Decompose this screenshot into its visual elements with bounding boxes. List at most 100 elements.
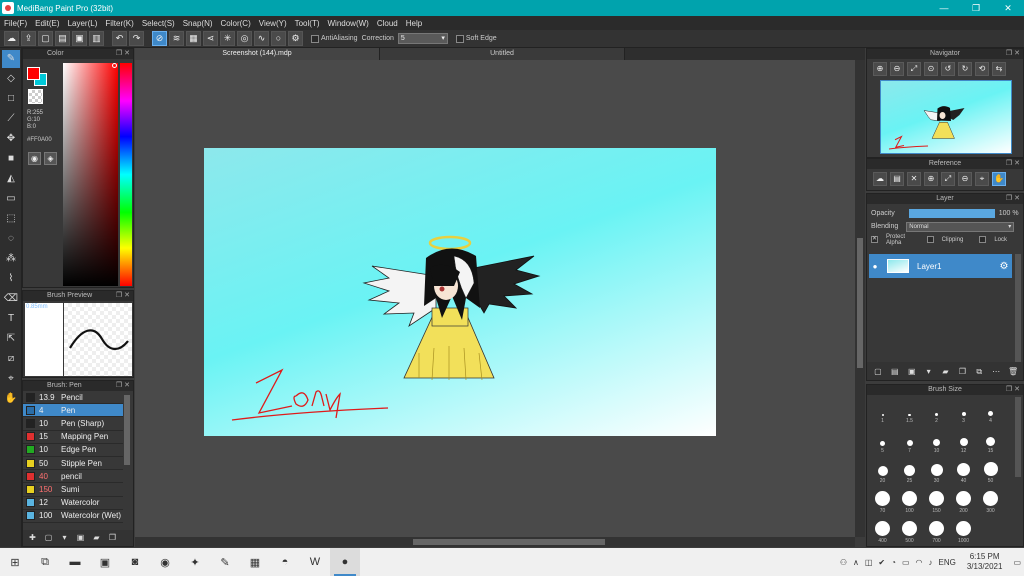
blending-select[interactable]: Normal xyxy=(906,221,1015,232)
brush-menu-icon[interactable]: ▾ xyxy=(58,532,71,544)
brush-size-option[interactable]: 1.5 xyxy=(896,401,923,424)
antialiasing-option[interactable]: AntiAliasing xyxy=(311,34,358,43)
file-explorer-icon[interactable]: ▬ xyxy=(60,548,90,576)
select-tool-icon[interactable]: ⬚ xyxy=(2,210,20,228)
camera-icon[interactable]: ◙ xyxy=(120,548,150,576)
app-store-icon[interactable]: ▣ xyxy=(90,548,120,576)
text-tool-icon[interactable]: T xyxy=(2,310,20,328)
menu-edit[interactable]: Edit(E) xyxy=(35,19,59,28)
fill-rect-tool-icon[interactable]: ■ xyxy=(2,150,20,168)
brush-list-scrollbar[interactable] xyxy=(124,395,130,465)
merge-layer-icon[interactable]: ⧉ xyxy=(972,365,986,378)
opacity-slider[interactable] xyxy=(908,209,995,218)
brush-size-option[interactable]: 12 xyxy=(950,431,977,454)
people-icon[interactable]: ⚇ xyxy=(840,558,847,567)
brush-size-scrollbar[interactable] xyxy=(1015,397,1021,477)
brush-size-option[interactable]: 300 xyxy=(977,491,1004,514)
messenger-icon[interactable]: ◓ xyxy=(270,548,300,576)
protect-alpha-option[interactable]: ✕ Protect Alpha xyxy=(871,234,919,246)
redo-icon[interactable]: ↷ xyxy=(129,31,144,46)
layer-settings-gear-icon[interactable]: ⚙ xyxy=(996,261,1012,272)
battery-icon[interactable]: ▭ xyxy=(902,558,910,567)
tray-media-icon[interactable]: ◔ xyxy=(891,558,896,567)
menu-view[interactable]: View(Y) xyxy=(259,19,287,28)
antivirus-icon[interactable]: ✔ xyxy=(878,558,885,567)
menu-file[interactable]: File(F) xyxy=(4,19,27,28)
zoom-out-icon[interactable]: ⊖ xyxy=(890,62,904,76)
medibang-taskbar-icon[interactable]: ● xyxy=(330,548,360,576)
tray-chevron-icon[interactable]: ∧ xyxy=(853,558,859,567)
panel-float-icon[interactable]: ❐ ✕ xyxy=(1006,385,1020,395)
snap-off-icon[interactable]: ⊘ xyxy=(152,31,167,46)
curve-snap-icon[interactable]: ∿ xyxy=(254,31,269,46)
new-halftone-layer-icon[interactable]: ▤ xyxy=(888,365,902,378)
export-icon[interactable]: ▥ xyxy=(89,31,104,46)
divide-tool-icon[interactable]: ⧄ xyxy=(2,350,20,368)
new-brush-icon[interactable]: ▢ xyxy=(42,532,55,544)
zoom-in-icon[interactable]: ⊕ xyxy=(873,62,887,76)
brush-list-item[interactable]: 10 Edge Pen xyxy=(23,444,123,457)
menu-filter[interactable]: Filter(K) xyxy=(105,19,133,28)
flip-horizontal-icon[interactable]: ⇆ xyxy=(992,62,1006,76)
add-layer-menu-icon[interactable]: ▾ xyxy=(922,365,936,378)
perspective-snap-icon[interactable]: ⋖ xyxy=(203,31,218,46)
brush-size-option[interactable]: 7 xyxy=(896,431,923,454)
layer-more-icon[interactable]: ⋯ xyxy=(989,365,1003,378)
clipping-option[interactable]: Clipping xyxy=(926,236,972,243)
new-layer-icon[interactable]: ▢ xyxy=(871,365,885,378)
brush-size-option[interactable]: 3 xyxy=(950,401,977,424)
tab-untitled[interactable]: Untitled xyxy=(380,48,625,60)
fit-window-icon[interactable]: ⤢ xyxy=(907,62,921,76)
gradient-tool-icon[interactable]: ▭ xyxy=(2,190,20,208)
close-button[interactable]: ✕ xyxy=(992,0,1024,16)
brush-size-option[interactable]: 5 xyxy=(869,431,896,454)
menu-color[interactable]: Color(C) xyxy=(221,19,251,28)
brush-copy-icon[interactable]: ▣ xyxy=(74,532,87,544)
reference-eyedropper-icon[interactable]: ⌖ xyxy=(975,172,989,186)
ring-snap-icon[interactable]: ○ xyxy=(271,31,286,46)
layer-folder-icon[interactable]: ▰ xyxy=(939,365,953,378)
brush-size-option[interactable]: 1000 xyxy=(950,521,977,544)
brush-size-option[interactable]: 150 xyxy=(923,491,950,514)
color-history-icon[interactable]: ◈ xyxy=(44,152,57,165)
settings-gear-icon[interactable]: ⚙ xyxy=(288,31,303,46)
magic-wand-tool-icon[interactable]: ⁂ xyxy=(2,250,20,268)
restore-button[interactable]: ❐ xyxy=(960,0,992,16)
tab-screenshot[interactable]: Screenshot (144).mdp xyxy=(135,48,380,60)
dot-tool-icon[interactable]: □ xyxy=(2,90,20,108)
transparent-color-swatch[interactable] xyxy=(28,89,43,104)
brush-list-item[interactable]: 10 Pen (Sharp) xyxy=(23,417,123,431)
panel-float-icon[interactable]: ❐ ✕ xyxy=(1006,49,1020,59)
menu-snap[interactable]: Snap(N) xyxy=(183,19,213,28)
rotate-left-icon[interactable]: ↺ xyxy=(941,62,955,76)
radial-snap-icon[interactable]: ✳ xyxy=(220,31,235,46)
vertical-scroll-thumb[interactable] xyxy=(857,238,863,368)
brush-duplicate-icon[interactable]: ❐ xyxy=(106,532,119,544)
task-view-icon[interactable]: ⧉ xyxy=(30,548,60,576)
hue-slider[interactable] xyxy=(120,63,132,286)
duplicate-layer-icon[interactable]: ❐ xyxy=(955,365,969,378)
panel-float-icon[interactable]: ❐ ✕ xyxy=(1006,159,1020,169)
new-file-icon[interactable]: ▢ xyxy=(38,31,53,46)
canvas-workspace[interactable] xyxy=(135,60,855,537)
brush-size-option[interactable]: 20 xyxy=(869,461,896,484)
menu-cloud[interactable]: Cloud xyxy=(377,19,398,28)
brush-size-option[interactable]: 70 xyxy=(869,491,896,514)
brush-size-option[interactable]: 200 xyxy=(950,491,977,514)
foreground-color-swatch[interactable] xyxy=(27,67,40,80)
add-brush-icon[interactable]: ✚ xyxy=(26,532,39,544)
brush-list-item[interactable]: 40 pencil xyxy=(23,470,123,484)
brush-size-option[interactable]: 100 xyxy=(896,491,923,514)
minimize-button[interactable]: — xyxy=(928,0,960,16)
panel-float-icon[interactable]: ❐ ✕ xyxy=(116,381,130,391)
brush-size-option[interactable]: 400 xyxy=(869,521,896,544)
antialiasing-checkbox[interactable] xyxy=(311,34,319,43)
actual-size-icon[interactable]: ⊙ xyxy=(924,62,938,76)
brush-size-option[interactable]: 4 xyxy=(977,401,1004,424)
eraser-tool-icon[interactable]: ◇ xyxy=(2,70,20,88)
reference-zoom-in-icon[interactable]: ⊕ xyxy=(924,172,938,186)
save-icon[interactable]: ▣ xyxy=(72,31,87,46)
language-indicator[interactable]: ENG xyxy=(939,558,956,567)
menu-tool[interactable]: Tool(T) xyxy=(295,19,320,28)
brush-list-item[interactable]: 4 Pen xyxy=(23,404,123,418)
